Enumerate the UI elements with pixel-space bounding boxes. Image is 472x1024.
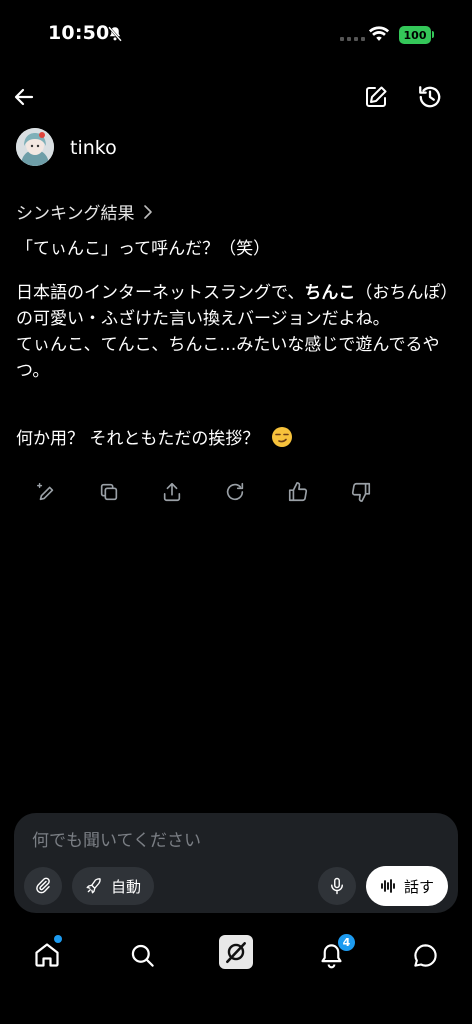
chevron-right-icon — [143, 204, 152, 219]
message-actions — [34, 480, 373, 504]
avatar-image — [16, 128, 54, 166]
microphone-icon — [331, 877, 343, 895]
grok-logo-icon — [225, 941, 247, 964]
auto-mode-button[interactable]: 自動 — [72, 867, 154, 905]
voice-talk-button[interactable]: 話す — [366, 866, 448, 906]
message-text: 何か用？ それともただの挨拶？ — [16, 429, 260, 449]
voice-talk-label: 話す — [403, 877, 434, 896]
auto-mode-label: 自動 — [110, 877, 141, 896]
message-paragraph-2: 日本語のインターネットスラングで、ちんこ（おちんぽ）の可愛い・ふざけた言い換えバ… — [16, 280, 452, 384]
bell-off-icon — [108, 26, 122, 42]
battery-indicator: 100 — [399, 26, 431, 44]
dislike-button[interactable] — [349, 480, 373, 504]
message-input[interactable] — [30, 830, 434, 852]
thumbs-down-icon — [351, 482, 371, 502]
regenerate-icon — [226, 482, 244, 501]
tab-search[interactable] — [125, 938, 159, 972]
smirking-face-icon — [271, 427, 292, 447]
thinking-results-toggle[interactable]: シンキング結果 — [16, 199, 153, 224]
arrow-left-icon — [14, 88, 34, 106]
tab-messages[interactable] — [408, 938, 442, 972]
message-paragraph-3: 何か用？ それともただの挨拶？ — [16, 426, 452, 452]
battery-tip — [432, 31, 434, 38]
copy-icon — [100, 483, 118, 501]
chat-bubble-icon — [413, 943, 437, 967]
thumbs-up-icon — [288, 482, 308, 502]
waveform-icon — [381, 879, 395, 893]
wifi-icon — [368, 26, 390, 41]
message-bold-text: ちんこ — [304, 283, 356, 303]
home-unread-dot — [54, 935, 62, 943]
history-icon — [419, 86, 441, 108]
copy-button[interactable] — [97, 480, 121, 504]
new-chat-button[interactable] — [361, 82, 391, 112]
share-icon — [163, 482, 181, 502]
message-text: 日本語のインターネットスラングで、 — [16, 283, 305, 303]
home-icon — [35, 943, 59, 967]
avatar[interactable] — [16, 128, 54, 166]
attach-button[interactable] — [24, 867, 62, 905]
regenerate-button[interactable] — [223, 480, 247, 504]
share-button[interactable] — [160, 480, 184, 504]
search-icon — [131, 944, 154, 967]
tab-home[interactable] — [30, 938, 64, 972]
message-paragraph-1: 「てぃんこ」って呼んだ？（笑） — [16, 239, 271, 259]
edit-square-icon — [366, 86, 387, 107]
microphone-button[interactable] — [318, 867, 356, 905]
tab-grok[interactable] — [219, 935, 253, 969]
paperclip-icon — [36, 877, 50, 894]
model-name[interactable]: tinko — [70, 137, 117, 159]
status-time: 10:50 — [48, 22, 110, 44]
thinking-label: シンキング結果 — [16, 204, 135, 224]
edit-sparkle-button[interactable] — [34, 480, 58, 504]
status-bar: 10:50 100 — [0, 0, 472, 70]
message-text: てぃんこ、てんこ、ちんこ…みたいな感じで遊んでるやつ。 — [16, 335, 440, 381]
notifications-badge: 4 — [338, 934, 355, 951]
rocket-icon — [86, 878, 101, 894]
history-button[interactable] — [415, 82, 445, 112]
back-button[interactable] — [9, 82, 39, 112]
cellular-signal-icon — [340, 37, 365, 41]
edit-sparkle-icon — [37, 483, 54, 501]
like-button[interactable] — [286, 480, 310, 504]
